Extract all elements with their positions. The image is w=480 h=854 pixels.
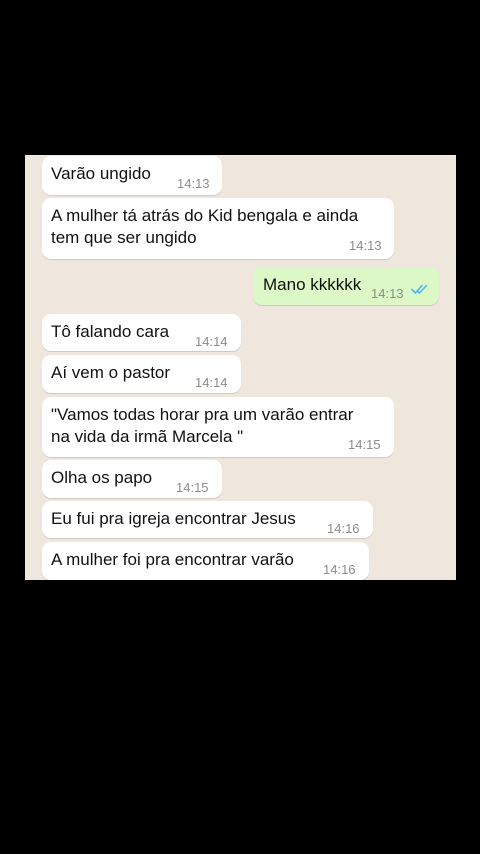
message-timestamp: 14:13 [371,286,404,301]
message-text: Olha os papo [51,468,153,487]
message-bubble: Varão ungido 14:13 [42,156,222,195]
message-text: Varão ungido [51,164,151,183]
message-bubble: A mulher tá atrás do Kid bengala e ainda… [42,198,394,259]
message-text: Tô falando cara [51,322,170,341]
message-timestamp: 14:16 [327,521,360,536]
message-text: Mano kkkkkk [263,275,362,294]
message-text: Aí vem o pastor [51,363,171,382]
message-timestamp: 14:14 [195,375,228,390]
message-timestamp: 14:15 [348,437,381,452]
message-bubble: A mulher foi pra encontrar varão 14:16 [42,542,369,580]
double-check-read-icon [411,284,428,294]
message-text: A mulher foi pra encontrar varão [51,550,294,569]
message-bubble: Tô falando cara 14:14 [42,314,241,351]
message-timestamp: 14:16 [323,562,356,577]
message-timestamp: 14:15 [176,480,209,495]
message-bubble: Eu fui pra igreja encontrar Jesus 14:16 [42,501,373,538]
message-text: "Vamos todas horar pra um varão entrar n… [51,405,354,446]
message-timestamp: 14:13 [349,238,382,253]
message-bubble: Olha os papo 14:15 [42,460,222,498]
message-bubble: "Vamos todas horar pra um varão entrar n… [42,397,394,457]
message-text: A mulher tá atrás do Kid bengala e ainda… [51,206,359,247]
message-timestamp: 14:14 [195,334,228,349]
chat-screenshot: Varão ungido 14:13 A mulher tá atrás do … [25,155,456,580]
message-bubble-outgoing: Mano kkkkkk 14:13 [253,267,439,305]
message-text: Eu fui pra igreja encontrar Jesus [51,509,296,528]
message-timestamp: 14:13 [177,176,210,191]
message-bubble: Aí vem o pastor 14:14 [42,355,241,393]
